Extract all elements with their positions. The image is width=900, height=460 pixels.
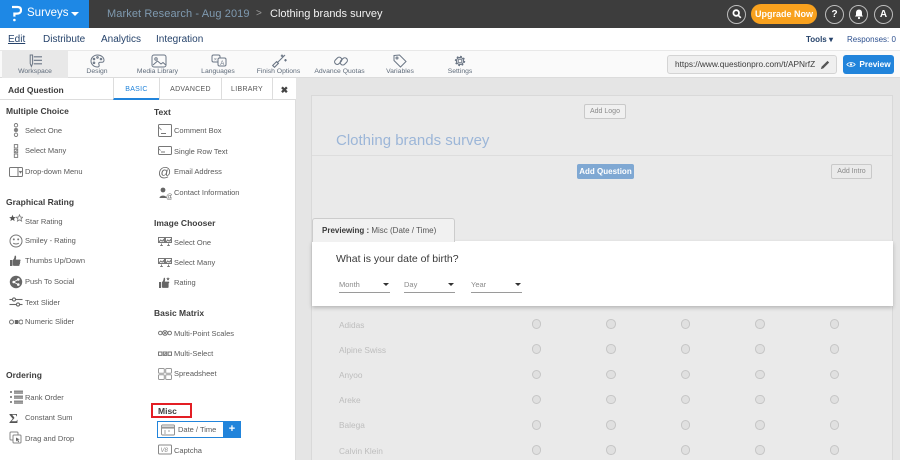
svg-text:A: A: [220, 61, 224, 67]
svg-text:V8: V8: [161, 448, 169, 454]
svg-text:Σ: Σ: [9, 412, 18, 425]
svg-text:×: ×: [214, 57, 217, 63]
svg-text:@: @: [166, 194, 172, 200]
svg-text:@: @: [158, 165, 171, 179]
